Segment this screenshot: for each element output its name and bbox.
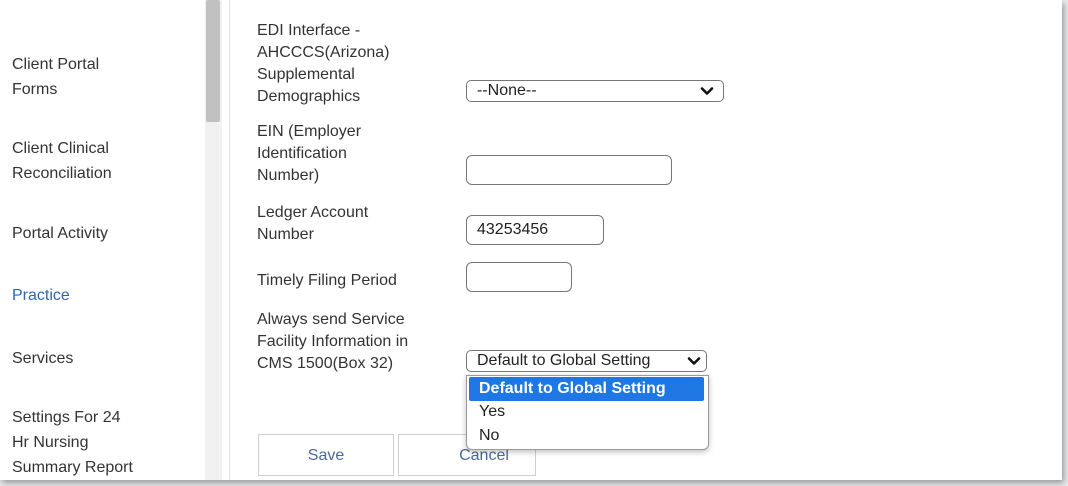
- chevron-down-icon: [687, 357, 701, 365]
- sidebar-item-24hr-nursing-summary-settings[interactable]: Settings For 24 Hr Nursing Summary Repor…: [12, 405, 192, 480]
- sidebar-scrollbar-thumb[interactable]: [206, 0, 220, 122]
- service-facility-options-list: Default to Global Setting Yes No: [466, 375, 709, 450]
- option-default-global[interactable]: Default to Global Setting: [469, 377, 704, 401]
- save-button[interactable]: Save: [258, 434, 394, 476]
- sidebar-item-client-clinical-reconciliation[interactable]: Client Clinical Reconciliation: [12, 136, 192, 186]
- sidebar-item-services[interactable]: Services: [12, 346, 192, 371]
- sidebar: Client Portal Forms Client Clinical Reco…: [0, 0, 205, 480]
- ein-label: EIN (Employer Identification Number): [257, 123, 362, 184]
- timely-filing-input[interactable]: [466, 262, 572, 292]
- option-yes[interactable]: Yes: [469, 400, 704, 424]
- sidebar-item-practice[interactable]: Practice: [12, 283, 192, 308]
- service-facility-label: Always send Service Facility Information…: [257, 311, 409, 372]
- panel-divider: [229, 0, 230, 480]
- ein-input[interactable]: [466, 155, 672, 185]
- service-facility-select-value: Default to Global Setting: [477, 352, 651, 369]
- edi-interface-select[interactable]: --None--: [466, 80, 724, 102]
- edi-interface-label: EDI Interface - AHCCCS(Arizona) Suppleme…: [257, 22, 390, 105]
- app-window: Client Portal Forms Client Clinical Reco…: [0, 0, 1062, 480]
- service-facility-select[interactable]: Default to Global Setting: [466, 350, 707, 372]
- option-no[interactable]: No: [469, 424, 704, 448]
- chevron-down-icon: [700, 87, 714, 95]
- ledger-account-input[interactable]: [466, 215, 604, 245]
- edi-interface-select-value: --None--: [477, 82, 537, 99]
- sidebar-item-client-portal-forms[interactable]: Client Portal Forms: [12, 52, 192, 102]
- sidebar-item-portal-activity[interactable]: Portal Activity: [12, 221, 192, 246]
- timely-filing-label: Timely Filing Period: [257, 272, 397, 289]
- ledger-account-label: Ledger Account Number: [257, 204, 369, 243]
